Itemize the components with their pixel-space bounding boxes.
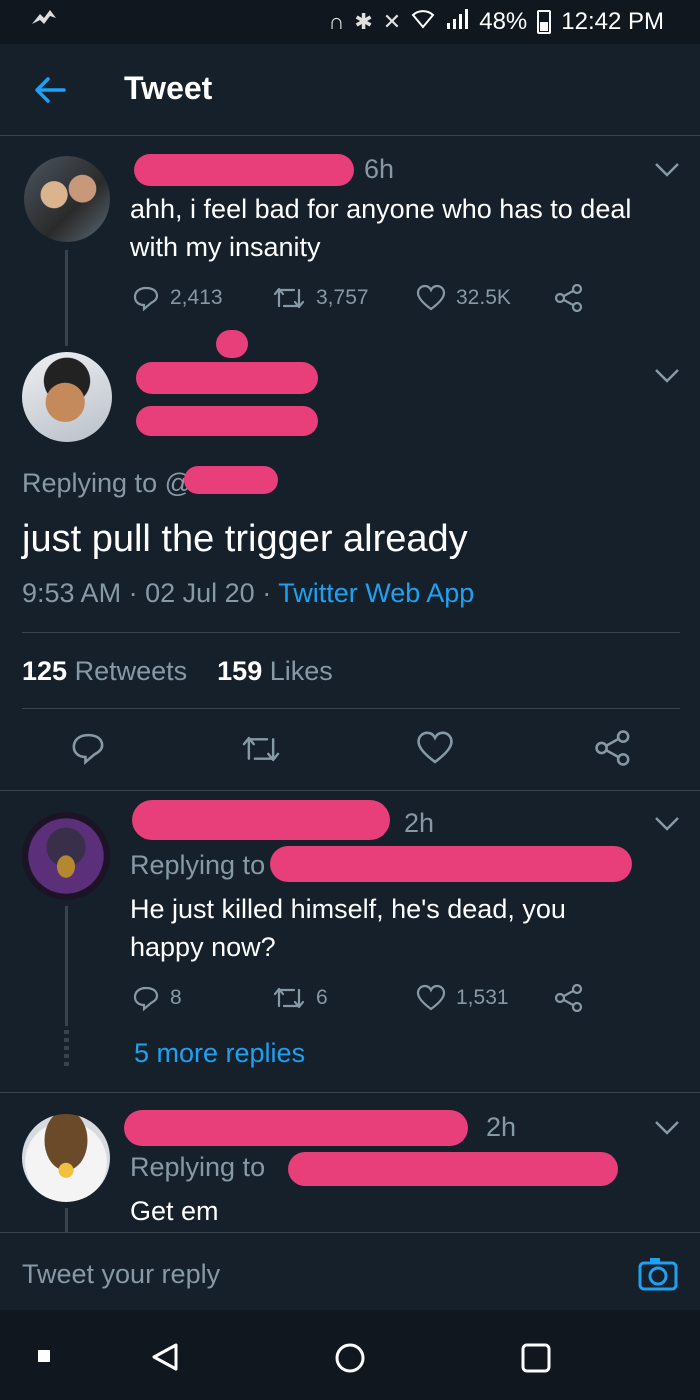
tweet-meta: 9:53 AM · 02 Jul 20 · Twitter Web App xyxy=(22,574,474,612)
back-nav-icon[interactable] xyxy=(150,1342,180,1372)
retweet-icon xyxy=(273,987,305,1009)
reply-icon xyxy=(133,986,159,1012)
wifi-icon xyxy=(411,9,435,35)
tweet-text-line: happy now? xyxy=(130,932,276,962)
avatar[interactable] xyxy=(22,1114,110,1202)
tweet-time: 2h xyxy=(404,808,435,838)
retweets-label[interactable]: Retweets xyxy=(75,656,188,686)
tweet-source-link[interactable]: Twitter Web App xyxy=(278,578,474,608)
app-notification-icon xyxy=(30,8,58,37)
redacted-mention xyxy=(184,466,278,494)
divider xyxy=(0,1092,700,1093)
share-icon[interactable] xyxy=(594,730,632,766)
avatar[interactable] xyxy=(22,812,110,900)
separator-dot: · xyxy=(128,578,146,608)
redacted-username xyxy=(132,800,390,840)
mute-icon: ✕ xyxy=(382,9,402,34)
retweet-icon[interactable] xyxy=(240,732,282,766)
signal-icon xyxy=(445,9,469,35)
replying-to-label: Replying to @ xyxy=(22,468,192,498)
chevron-down-icon[interactable] xyxy=(654,816,680,832)
share-button[interactable] xyxy=(554,984,584,1012)
chevron-down-icon[interactable] xyxy=(654,368,680,384)
likes-label[interactable]: Likes xyxy=(270,656,333,686)
redacted-mention xyxy=(270,846,632,882)
status-bar: ∩ ✱ ✕ 48% 12:42 PM xyxy=(0,0,700,44)
reply-composer-bar: Tweet your reply xyxy=(0,1232,700,1308)
heart-icon xyxy=(416,284,446,311)
home-nav-icon[interactable] xyxy=(334,1342,366,1374)
headphones-icon: ∩ xyxy=(328,9,345,34)
page-title: Tweet xyxy=(124,70,213,106)
like-button[interactable]: 32.5K xyxy=(416,284,511,312)
camera-icon[interactable] xyxy=(638,1257,678,1291)
likes-count[interactable]: 159 xyxy=(217,656,262,686)
tweet-text-line: ahh, i feel bad for anyone who has to de… xyxy=(130,194,632,224)
battery-icon xyxy=(537,10,552,34)
reply-count: 2,413 xyxy=(170,286,223,309)
like-count: 1,531 xyxy=(456,986,509,1009)
chevron-down-icon[interactable] xyxy=(654,1120,680,1136)
divider xyxy=(22,708,680,709)
tweet-date: 02 Jul 20 xyxy=(145,578,255,608)
share-icon xyxy=(554,284,583,312)
separator-dot: · xyxy=(262,578,279,608)
heart-icon[interactable] xyxy=(416,730,454,766)
tweet-text-line: with my insanity xyxy=(130,232,321,262)
redacted-display-name xyxy=(136,362,318,394)
redacted-display-name xyxy=(216,330,248,358)
share-icon xyxy=(554,984,583,1012)
retweet-button[interactable]: 6 xyxy=(272,984,328,1012)
avatar[interactable] xyxy=(24,156,110,242)
tweet-time: 9:53 AM xyxy=(22,578,122,608)
retweet-button[interactable]: 3,757 xyxy=(272,284,369,312)
thread-line xyxy=(65,1208,68,1232)
recents-dot-icon xyxy=(38,1350,50,1362)
retweets-count[interactable]: 125 xyxy=(22,656,67,686)
redacted-username xyxy=(134,154,354,186)
replying-to-label: Replying to xyxy=(130,1152,266,1182)
reply-button[interactable]: 8 xyxy=(132,984,182,1012)
chevron-down-icon[interactable] xyxy=(654,162,680,178)
avatar[interactable] xyxy=(22,352,112,442)
thread-line xyxy=(65,906,68,1026)
share-button[interactable] xyxy=(554,284,584,312)
tweet-time: 6h xyxy=(364,154,395,184)
redacted-username xyxy=(124,1110,468,1146)
back-arrow-icon[interactable] xyxy=(30,70,70,110)
top-bar: Tweet xyxy=(0,44,700,136)
clock: 12:42 PM xyxy=(561,8,664,35)
engagement-stats: 125 Retweets 159 Likes xyxy=(22,652,333,690)
like-button[interactable]: 1,531 xyxy=(416,984,509,1012)
redacted-handle xyxy=(136,406,318,436)
reply-icon[interactable] xyxy=(70,730,106,766)
redacted-mention xyxy=(288,1152,618,1186)
tweet-text-line: Get em xyxy=(130,1196,219,1226)
tweet-time: 2h xyxy=(486,1112,517,1142)
bluetooth-icon: ✱ xyxy=(354,9,373,34)
reply-icon xyxy=(133,286,159,312)
reply-input[interactable]: Tweet your reply xyxy=(22,1255,220,1293)
reply-count: 8 xyxy=(170,986,182,1009)
more-replies-link[interactable]: 5 more replies xyxy=(134,1034,305,1072)
divider xyxy=(22,632,680,633)
retweet-icon xyxy=(273,287,305,309)
tweet-main-text: just pull the trigger already xyxy=(22,518,468,560)
divider xyxy=(0,790,700,791)
like-count: 32.5K xyxy=(456,286,511,309)
retweet-count: 3,757 xyxy=(316,286,369,309)
heart-icon xyxy=(416,984,446,1011)
overview-nav-icon[interactable] xyxy=(520,1342,552,1374)
reply-button[interactable]: 2,413 xyxy=(132,284,223,312)
battery-percent: 48% xyxy=(479,8,528,35)
system-nav-bar xyxy=(0,1310,700,1400)
thread-dots xyxy=(64,1030,69,1070)
thread-line xyxy=(65,250,68,346)
tweet-text-line: He just killed himself, he's dead, you xyxy=(130,894,566,924)
retweet-count: 6 xyxy=(316,986,328,1009)
